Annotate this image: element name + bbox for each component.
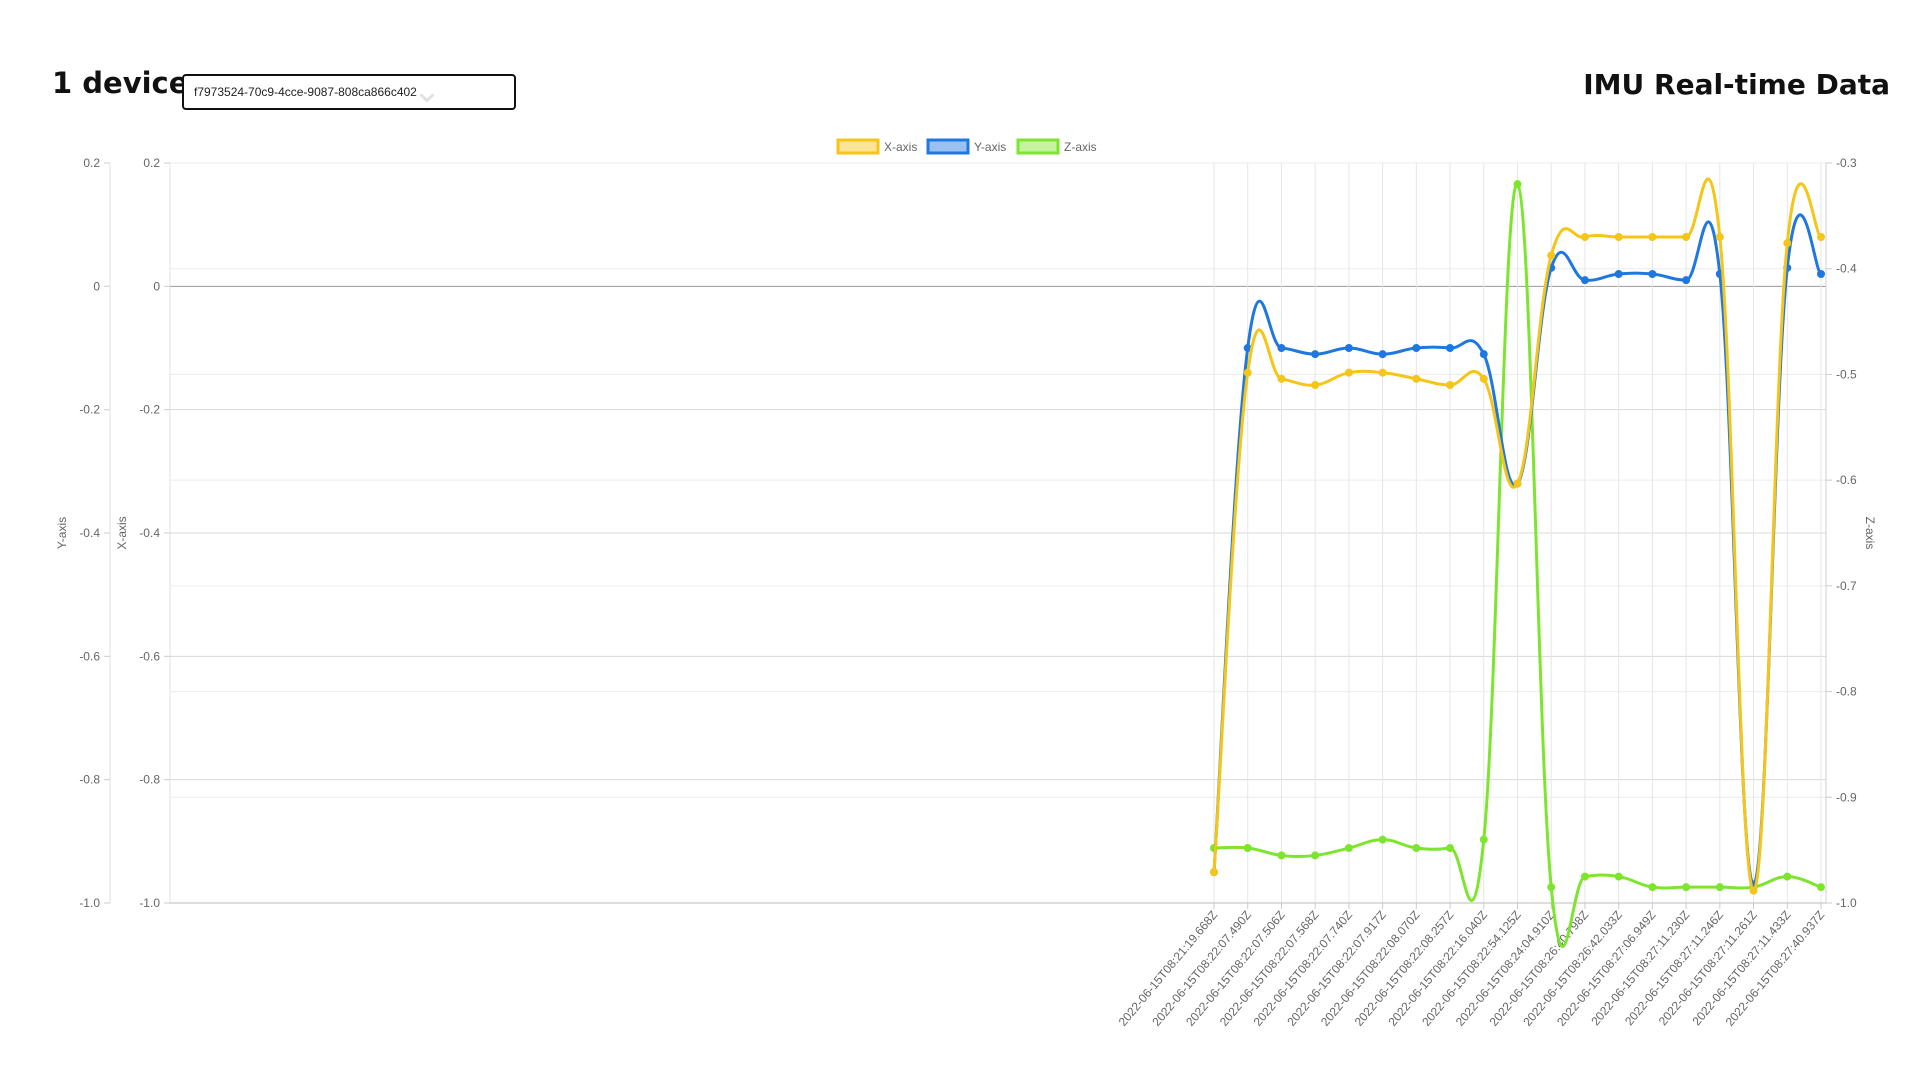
z-axis-tick-label: -1.0	[1836, 896, 1857, 910]
data-point-z-axis	[1648, 883, 1657, 892]
data-point-z-axis	[1243, 844, 1252, 853]
data-point-z-axis	[1311, 851, 1320, 860]
data-point-z-axis	[1783, 872, 1792, 881]
data-point-x-axis	[1648, 233, 1657, 241]
y-axis-title: Y-axis	[55, 517, 69, 549]
z-axis-tick-label: -0.4	[1836, 262, 1857, 276]
data-point-z-axis	[1378, 835, 1387, 844]
data-point-x-axis	[1412, 374, 1421, 383]
legend-label: X-axis	[884, 140, 917, 154]
data-point-x-axis	[1547, 251, 1556, 260]
data-point-z-axis	[1715, 883, 1724, 892]
data-point-x-axis	[1446, 381, 1455, 389]
x-axis-tick-label: -0.8	[139, 773, 160, 787]
data-point-y-axis	[1817, 270, 1825, 278]
y-axis-tick-label: -0.4	[79, 526, 100, 540]
z-axis-tick-label: -0.9	[1836, 790, 1857, 804]
data-point-x-axis	[1210, 868, 1218, 877]
data-point-y-axis	[1311, 350, 1320, 359]
x-axis-title: X-axis	[115, 516, 129, 549]
imu-line-chart: 0.2 0 -0.2 -0.4 -0.6 -0.8 -1.0 0.2 0 -0.2 -0.4 -0.6…	[55, 138, 1877, 1029]
z-axis-tick-label: -0.7	[1836, 579, 1857, 593]
data-point-z-axis	[1513, 180, 1522, 189]
data-point-x-axis	[1311, 381, 1320, 389]
x-axis-tick-label: -0.6	[139, 649, 160, 663]
data-point-y-axis	[1412, 344, 1421, 352]
data-point-z-axis	[1817, 883, 1825, 892]
z-axis-tick-label: -0.8	[1836, 685, 1857, 699]
data-point-y-axis	[1378, 350, 1387, 359]
data-point-x-axis	[1344, 368, 1353, 377]
data-point-x-axis	[1277, 374, 1286, 383]
data-point-x-axis	[1614, 233, 1623, 241]
z-axis-tick-label: -0.6	[1836, 473, 1857, 487]
data-point-z-axis	[1614, 872, 1623, 881]
data-point-x-axis	[1682, 233, 1691, 241]
x-axis-tick-label: 0.2	[143, 156, 160, 170]
x-axis-tick-label: -1.0	[139, 896, 160, 910]
z-axis-title: Z-axis	[1863, 517, 1877, 550]
data-point-z-axis	[1446, 844, 1455, 853]
y-axis-tick-label: 0	[93, 279, 100, 293]
data-point-x-axis	[1749, 886, 1758, 895]
legend-swatch	[926, 138, 970, 155]
z-axis-tick-label: -0.5	[1836, 367, 1857, 381]
data-point-y-axis	[1648, 270, 1657, 278]
data-point-x-axis	[1243, 368, 1252, 377]
data-point-y-axis	[1277, 344, 1286, 352]
legend-label: Y-axis	[974, 140, 1006, 154]
data-point-x-axis	[1513, 479, 1522, 488]
data-point-x-axis	[1817, 233, 1825, 241]
data-point-z-axis	[1580, 872, 1589, 881]
legend-swatch	[1016, 138, 1060, 155]
y-axis-tick-label: -0.6	[79, 649, 100, 663]
data-point-z-axis	[1547, 883, 1556, 892]
data-point-y-axis	[1614, 270, 1623, 278]
data-point-x-axis	[1378, 368, 1387, 377]
x-axis-tick-label: 0	[153, 279, 160, 293]
data-point-y-axis	[1446, 344, 1455, 352]
data-point-x-axis	[1580, 233, 1589, 241]
data-point-y-axis	[1344, 344, 1353, 352]
data-point-y-axis	[1682, 276, 1691, 285]
data-point-x-axis	[1479, 374, 1488, 383]
data-point-z-axis	[1412, 844, 1421, 853]
data-point-z-axis	[1344, 844, 1353, 853]
data-point-z-axis	[1682, 883, 1691, 892]
y-axis-tick-label: -0.2	[79, 403, 100, 417]
y-axis-tick-label: -1.0	[79, 896, 100, 910]
x-axis-tick-label: -0.4	[139, 526, 160, 540]
data-point-z-axis	[1277, 851, 1286, 860]
data-point-y-axis	[1580, 276, 1589, 285]
z-axis-tick-label: -0.3	[1836, 156, 1857, 170]
x-axis-tick-label: -0.2	[139, 403, 160, 417]
data-point-x-axis	[1715, 233, 1724, 241]
y-axis-tick-label: -0.8	[79, 773, 100, 787]
data-point-y-axis	[1479, 350, 1488, 359]
legend-label: Z-axis	[1064, 140, 1097, 154]
legend-swatch	[836, 138, 880, 155]
y-axis-tick-label: 0.2	[83, 156, 100, 170]
data-point-z-axis	[1479, 835, 1488, 844]
data-point-x-axis	[1783, 239, 1792, 248]
